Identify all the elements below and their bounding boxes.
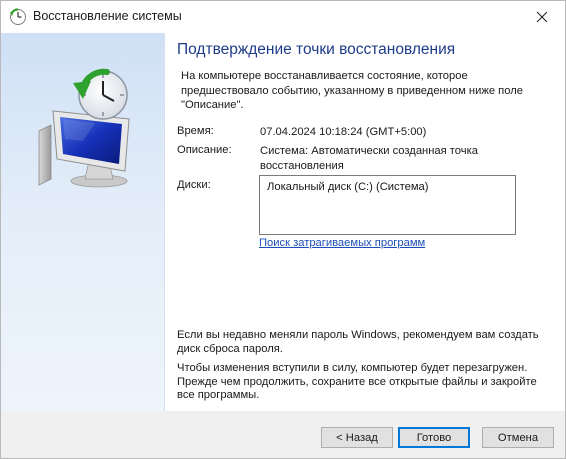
system-restore-window: Восстановление системы Подтверждение точ… bbox=[0, 0, 566, 459]
cancel-button[interactable]: Отмена bbox=[482, 427, 554, 448]
page-title: Подтверждение точки восстановления bbox=[177, 41, 456, 58]
sidebar-panel bbox=[1, 33, 165, 411]
intro-text: На компьютере восстанавливается состояни… bbox=[181, 70, 523, 111]
back-button[interactable]: < Назад bbox=[321, 427, 393, 448]
close-icon bbox=[536, 11, 548, 23]
button-bar: < Назад Готово Отмена bbox=[1, 411, 565, 458]
time-value: 07.04.2024 10:18:24 (GMT+5:00) bbox=[260, 126, 427, 138]
title-bar[interactable]: Восстановление системы bbox=[1, 1, 565, 33]
restart-note: Чтобы изменения вступили в силу, компьют… bbox=[177, 362, 537, 401]
disks-label: Диски: bbox=[177, 179, 211, 191]
system-restore-icon bbox=[9, 8, 27, 26]
affected-programs-link[interactable]: Поиск затрагиваемых программ bbox=[259, 237, 425, 249]
time-label: Время: bbox=[177, 125, 214, 137]
window-title: Восстановление системы bbox=[33, 9, 182, 23]
system-restore-monitor-clock-icon bbox=[25, 61, 141, 191]
password-note: Если вы недавно меняли пароль Windows, р… bbox=[177, 329, 539, 355]
description-value: Система: Автоматически созданная точка в… bbox=[260, 145, 478, 172]
list-item[interactable]: Локальный диск (C:) (Система) bbox=[267, 181, 429, 193]
description-label: Описание: bbox=[177, 144, 232, 156]
finish-button[interactable]: Готово bbox=[398, 427, 470, 448]
disks-list[interactable]: Локальный диск (C:) (Система) bbox=[259, 175, 516, 235]
close-button[interactable] bbox=[519, 1, 565, 33]
